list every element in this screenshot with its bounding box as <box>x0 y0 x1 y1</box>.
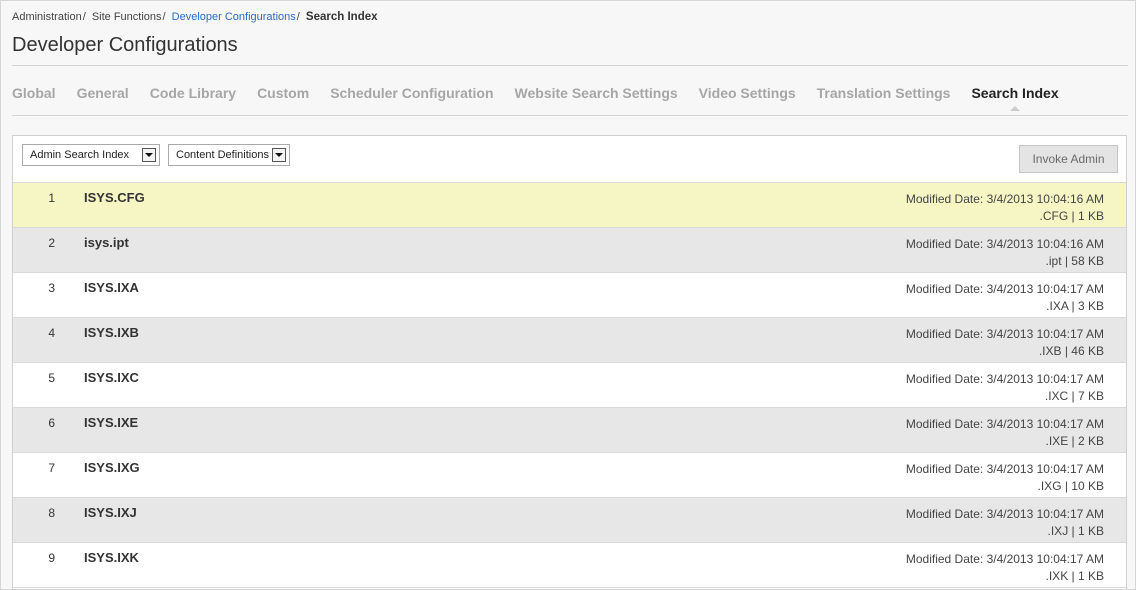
file-info: .IXB | 46 KB <box>1038 344 1104 358</box>
row-number: 9 <box>48 551 55 565</box>
file-info: .CFG | 1 KB <box>1039 209 1104 223</box>
table-row[interactable]: 4 ISYS.IXB Modified Date: 3/4/2013 10:04… <box>13 318 1126 363</box>
breadcrumb-site-functions[interactable]: Site Functions <box>92 11 162 23</box>
file-meta: Modified Date: 3/4/2013 10:04:16 AM .ipt… <box>906 236 1104 270</box>
row-number: 6 <box>48 416 55 430</box>
tab-label: Translation Settings <box>816 85 951 101</box>
tab-label: Custom <box>257 85 310 101</box>
invoke-admin-button[interactable]: Invoke Admin <box>1019 145 1118 173</box>
file-name[interactable]: ISYS.IXB <box>84 325 139 340</box>
breadcrumb-current: Search Index <box>305 11 378 23</box>
table-row[interactable]: 8 ISYS.IXJ Modified Date: 3/4/2013 10:04… <box>13 498 1126 543</box>
file-meta: Modified Date: 3/4/2013 10:04:17 AM .IXE… <box>906 416 1104 450</box>
tab-label: Video Settings <box>698 85 796 101</box>
file-meta: Modified Date: 3/4/2013 10:04:17 AM .IXA… <box>906 281 1104 315</box>
file-name[interactable]: ISYS.CFG <box>84 190 145 205</box>
file-info: .IXC | 7 KB <box>1044 389 1104 403</box>
search-index-select-value: Admin Search Index <box>30 149 130 161</box>
tab-video-settings[interactable]: Video Settings <box>699 85 796 101</box>
file-name[interactable]: ISYS.IXG <box>84 460 140 475</box>
row-number: 1 <box>48 191 55 205</box>
modified-date: Modified Date: 3/4/2013 10:04:17 AM <box>905 327 1104 341</box>
file-info: .IXG | 10 KB <box>1037 479 1104 493</box>
breadcrumb-developer-configurations[interactable]: Developer Configurations <box>172 11 296 23</box>
row-number: 4 <box>48 326 55 340</box>
file-info: .IXK | 1 KB <box>1045 569 1104 583</box>
tab-website-search-settings[interactable]: Website Search Settings <box>515 85 678 101</box>
tab-label: Website Search Settings <box>514 85 678 101</box>
file-meta: Modified Date: 3/4/2013 10:04:17 AM .IXK… <box>906 551 1104 585</box>
file-meta: Modified Date: 3/4/2013 10:04:17 AM .IXB… <box>906 326 1104 360</box>
divider <box>12 65 1128 66</box>
tab-general[interactable]: General <box>77 85 129 101</box>
divider <box>12 115 1128 116</box>
table-row[interactable]: 5 ISYS.IXC Modified Date: 3/4/2013 10:04… <box>13 363 1126 408</box>
modified-date: Modified Date: 3/4/2013 10:04:17 AM <box>905 417 1104 431</box>
modified-date: Modified Date: 3/4/2013 10:04:17 AM <box>905 507 1104 521</box>
modified-date: Modified Date: 3/4/2013 10:04:16 AM <box>905 237 1104 251</box>
modified-date: Modified Date: 3/4/2013 10:04:17 AM <box>905 372 1104 386</box>
file-info: .IXA | 3 KB <box>1046 299 1104 313</box>
file-meta: Modified Date: 3/4/2013 10:04:17 AM .IXG… <box>906 461 1104 495</box>
file-name[interactable]: ISYS.IXK <box>84 550 139 565</box>
file-info: .IXJ | 1 KB <box>1047 524 1104 538</box>
file-name[interactable]: ISYS.IXA <box>84 280 139 295</box>
tab-label: Scheduler Configuration <box>330 85 494 101</box>
row-number: 8 <box>48 506 55 520</box>
table-row[interactable]: 9 ISYS.IXK Modified Date: 3/4/2013 10:04… <box>13 543 1126 588</box>
row-number: 7 <box>48 461 55 475</box>
row-number: 5 <box>48 371 55 385</box>
tab-custom[interactable]: Custom <box>257 85 309 101</box>
breadcrumb-separator: / <box>162 11 166 23</box>
modified-date: Modified Date: 3/4/2013 10:04:16 AM <box>905 192 1104 206</box>
page-title: Developer Configurations <box>12 34 238 56</box>
file-meta: Modified Date: 3/4/2013 10:04:17 AM .IXC… <box>906 371 1104 405</box>
breadcrumb-separator: / <box>82 11 86 23</box>
file-name[interactable]: isys.ipt <box>84 235 129 250</box>
content-type-select[interactable]: Content Definitions <box>168 144 290 166</box>
table-row[interactable]: 7 ISYS.IXG Modified Date: 3/4/2013 10:04… <box>13 453 1126 498</box>
file-meta: Modified Date: 3/4/2013 10:04:17 AM .IXJ… <box>906 506 1104 540</box>
tab-global[interactable]: Global <box>12 85 56 101</box>
table-row[interactable]: 6 ISYS.IXE Modified Date: 3/4/2013 10:04… <box>13 408 1126 453</box>
row-number: 2 <box>48 236 55 250</box>
tab-scheduler-configuration[interactable]: Scheduler Configuration <box>330 85 493 101</box>
chevron-down-icon[interactable] <box>142 148 156 162</box>
tab-label: General <box>76 85 129 101</box>
page: Administration/ Site Functions/ Develope… <box>0 0 1136 590</box>
chevron-down-icon[interactable] <box>272 148 286 162</box>
search-index-panel: Admin Search Index Content Definitions I… <box>12 135 1127 589</box>
file-info: .IXE | 2 KB <box>1045 434 1104 448</box>
table-row[interactable]: 1 ISYS.CFG Modified Date: 3/4/2013 10:04… <box>13 183 1126 228</box>
tab-translation-settings[interactable]: Translation Settings <box>817 85 951 101</box>
tab-label: Code Library <box>149 85 237 101</box>
tab-search-index[interactable]: Search Index <box>971 85 1059 111</box>
toolbar: Admin Search Index Content Definitions I… <box>13 136 1126 183</box>
modified-date: Modified Date: 3/4/2013 10:04:17 AM <box>905 552 1104 566</box>
modified-date: Modified Date: 3/4/2013 10:04:17 AM <box>905 282 1104 296</box>
breadcrumb-administration[interactable]: Administration <box>12 11 82 23</box>
search-index-select[interactable]: Admin Search Index <box>22 144 160 166</box>
file-list: 1 ISYS.CFG Modified Date: 3/4/2013 10:04… <box>13 183 1126 588</box>
content-type-select-value: Content Definitions <box>176 149 269 161</box>
tab-bar: Global General Code Library Custom Sched… <box>12 85 1080 111</box>
breadcrumb-separator: / <box>296 11 300 23</box>
file-name[interactable]: ISYS.IXJ <box>84 505 137 520</box>
file-name[interactable]: ISYS.IXE <box>84 415 138 430</box>
tab-label: Search Index <box>971 85 1059 101</box>
file-meta: Modified Date: 3/4/2013 10:04:16 AM .CFG… <box>906 191 1104 225</box>
row-number: 3 <box>48 281 55 295</box>
file-name[interactable]: ISYS.IXC <box>84 370 139 385</box>
file-info: .ipt | 58 KB <box>1045 254 1104 268</box>
tab-code-library[interactable]: Code Library <box>150 85 236 101</box>
table-row[interactable]: 3 ISYS.IXA Modified Date: 3/4/2013 10:04… <box>13 273 1126 318</box>
table-row[interactable]: 2 isys.ipt Modified Date: 3/4/2013 10:04… <box>13 228 1126 273</box>
active-tab-caret-icon <box>1010 106 1021 111</box>
tab-label: Global <box>12 85 56 101</box>
modified-date: Modified Date: 3/4/2013 10:04:17 AM <box>905 462 1104 476</box>
breadcrumb: Administration/ Site Functions/ Develope… <box>12 11 378 23</box>
